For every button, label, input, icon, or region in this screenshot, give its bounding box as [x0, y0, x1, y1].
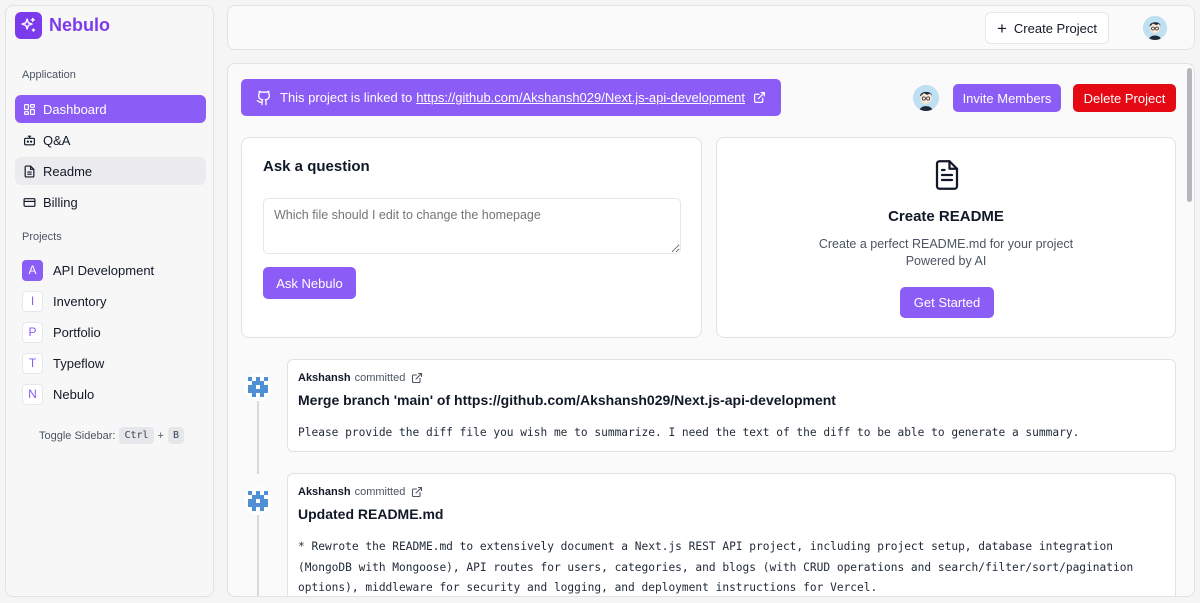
plus-icon: + — [996, 18, 1007, 38]
commit-meta: Akshansh committed — [298, 372, 423, 384]
github-link-banner: This project is linked to https://github… — [241, 79, 781, 116]
project-name: Typeflow — [53, 355, 105, 371]
ask-nebulo-button[interactable]: Ask Nebulo — [263, 267, 356, 299]
project-initial-badge: T — [22, 352, 43, 374]
readme-title: Create README — [888, 208, 1004, 225]
sidebar-item-dashboard[interactable]: Dashboard — [15, 95, 206, 123]
bot-icon — [22, 133, 36, 147]
delete-project-button[interactable]: Delete Project — [1073, 84, 1176, 112]
commit-title: Updated README.md — [298, 506, 444, 522]
timeline-line — [257, 508, 259, 596]
project-name: API Development — [53, 262, 155, 278]
ask-question-title: Ask a question — [263, 158, 370, 175]
sidebar-item-billing[interactable]: Billing — [15, 188, 206, 216]
commit-action: committed — [354, 372, 406, 384]
application-group-label: Application — [22, 69, 76, 81]
sidebar-item-label: Dashboard — [43, 101, 107, 117]
external-link-icon[interactable] — [753, 91, 766, 104]
create-project-button[interactable]: + Create Project — [985, 12, 1109, 44]
kbd-b: B — [167, 427, 185, 444]
credit-card-icon — [22, 195, 36, 209]
brand[interactable]: Nebulo — [15, 12, 110, 39]
get-started-button[interactable]: Get Started — [900, 287, 994, 318]
top-bar: + Create Project — [227, 5, 1195, 50]
project-initial-badge: P — [22, 321, 43, 343]
project-item-typeflow[interactable]: T Typeflow — [22, 352, 104, 374]
sidebar-item-qa[interactable]: Q&A — [15, 126, 206, 154]
toggle-hint-label: Toggle Sidebar: — [39, 429, 116, 442]
commit-author: Akshansh — [298, 372, 351, 384]
sidebar-item-label: Q&A — [43, 132, 71, 148]
toggle-sidebar-hint: Toggle Sidebar: Ctrl + B — [39, 427, 188, 444]
kbd-ctrl: Ctrl — [119, 427, 154, 444]
projects-group-label: Projects — [22, 231, 62, 243]
project-name: Portfolio — [53, 324, 101, 340]
project-initial-badge: N — [22, 383, 43, 405]
vertical-scrollbar[interactable] — [1187, 68, 1192, 202]
commit-summary: Please provide the diff file you wish me… — [298, 426, 1080, 439]
github-icon — [256, 90, 272, 106]
project-item-nebulo[interactable]: N Nebulo — [22, 383, 94, 405]
timeline-line — [257, 394, 259, 474]
member-avatar[interactable] — [913, 85, 939, 111]
user-avatar[interactable] — [1143, 16, 1167, 40]
kbd-plus: + — [157, 429, 164, 442]
sidebar-item-label: Readme — [43, 163, 93, 179]
commit-card: Akshansh committed Updated README.md * R… — [287, 473, 1176, 596]
ask-question-card: Ask a question Ask Nebulo — [241, 137, 702, 338]
project-item-inventory[interactable]: I Inventory — [22, 290, 106, 312]
file-text-icon — [22, 164, 36, 178]
brand-name: Nebulo — [49, 15, 110, 35]
sparkles-logo-icon — [15, 12, 42, 39]
repo-link[interactable]: https://github.com/Akshansh029/Next.js-a… — [416, 90, 745, 105]
create-project-label: Create Project — [1013, 20, 1098, 36]
commit-summary: * Rewrote the README.md to extensively d… — [298, 540, 1140, 594]
commit-action: committed — [354, 486, 406, 498]
project-item-portfolio[interactable]: P Portfolio — [22, 321, 101, 343]
dashboard-icon — [22, 102, 36, 116]
banner-prefix: This project is linked to — [280, 90, 413, 105]
invite-members-button[interactable]: Invite Members — [953, 84, 1061, 112]
sidebar: Nebulo Application Dashboard Q&A Readme … — [5, 5, 214, 597]
main-panel: This project is linked to https://github… — [227, 63, 1195, 597]
commit-author-avatar — [244, 487, 272, 515]
external-link-icon[interactable] — [411, 372, 423, 384]
project-initial-badge: A — [22, 259, 43, 281]
commit-author-avatar — [244, 373, 272, 401]
create-readme-card: Create README Create a perfect README.md… — [716, 137, 1176, 338]
readme-description: Create a perfect README.md for your proj… — [717, 236, 1175, 270]
commit-title: Merge branch 'main' of https://github.co… — [298, 392, 836, 408]
readme-description-line: Create a perfect README.md for your proj… — [818, 237, 1074, 251]
commit-author: Akshansh — [298, 486, 351, 498]
project-name: Nebulo — [53, 386, 95, 402]
question-input[interactable] — [263, 198, 681, 254]
commit-meta: Akshansh committed — [298, 486, 423, 498]
readme-description-line: Powered by AI — [905, 254, 987, 268]
sidebar-item-readme[interactable]: Readme — [15, 157, 206, 185]
project-initial-badge: I — [22, 290, 43, 312]
file-text-icon — [932, 158, 962, 197]
external-link-icon[interactable] — [411, 486, 423, 498]
sidebar-item-label: Billing — [43, 194, 78, 210]
project-name: Inventory — [53, 293, 107, 309]
project-item-api-development[interactable]: A API Development — [22, 259, 154, 281]
commit-card: Akshansh committed Merge branch 'main' o… — [287, 359, 1176, 452]
